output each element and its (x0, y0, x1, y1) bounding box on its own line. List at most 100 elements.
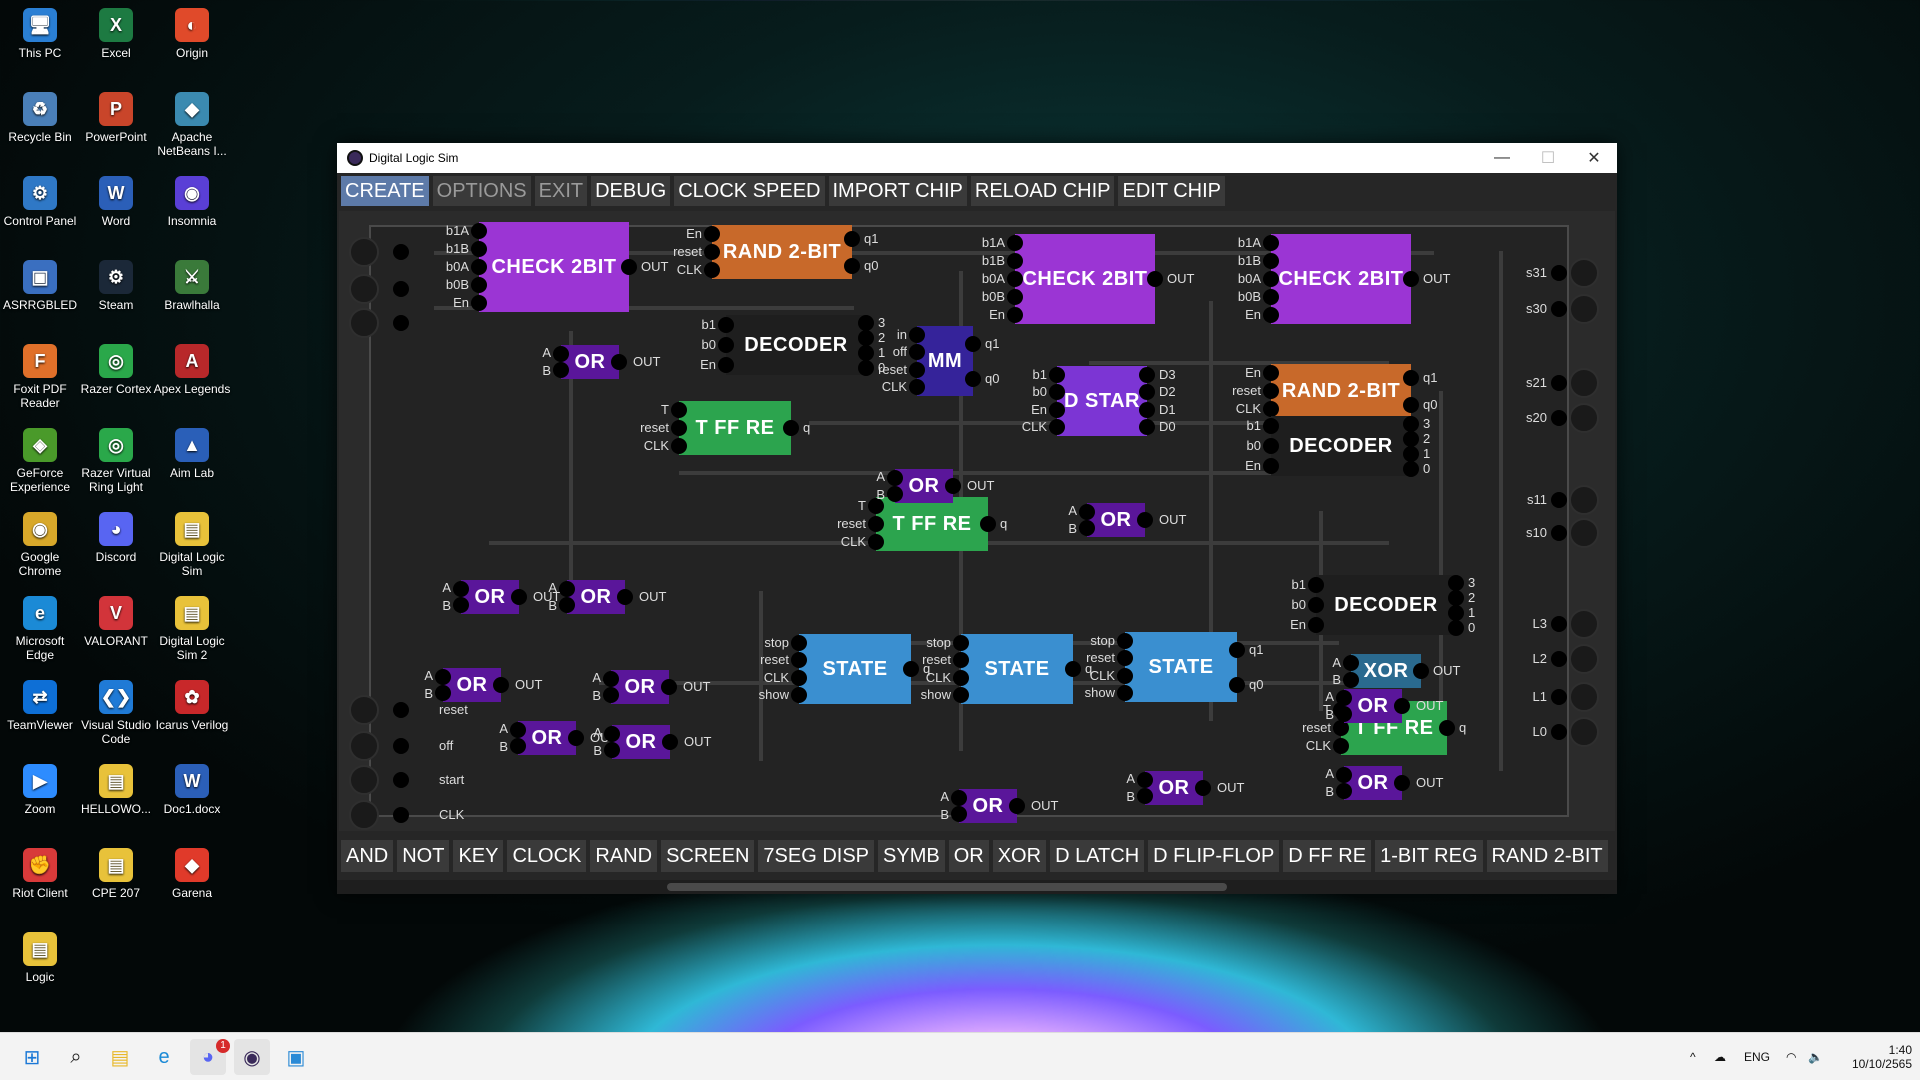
chip-pin[interactable] (1263, 365, 1279, 381)
chip-pin[interactable] (868, 516, 884, 532)
chip-pin[interactable] (1394, 775, 1410, 791)
desktop-icon[interactable]: P PowerPoint (76, 88, 156, 170)
chip-state1[interactable]: STATE (799, 634, 911, 704)
menu-options-button[interactable]: OPTIONS (432, 176, 531, 206)
chip-pin[interactable] (844, 257, 860, 274)
chip-pin[interactable] (1137, 772, 1153, 788)
chip-dec3[interactable]: DECODER (1316, 575, 1456, 635)
desktop-icon[interactable]: X Excel (76, 4, 156, 86)
chip-pin[interactable] (568, 730, 584, 746)
chip-pin[interactable] (1413, 663, 1429, 679)
chip-pin[interactable] (510, 738, 526, 754)
palette-not-button[interactable]: NOT (397, 840, 450, 872)
photos-icon[interactable]: ▣ (278, 1039, 314, 1075)
chip-pin[interactable] (1007, 271, 1023, 287)
chip-dec1[interactable]: DECODER (726, 315, 866, 375)
output-s10[interactable] (1569, 518, 1599, 548)
chip-pin[interactable] (1403, 460, 1419, 477)
chip-pin[interactable] (704, 262, 720, 278)
chip-pin[interactable] (1308, 577, 1324, 593)
chip-pin[interactable] (611, 354, 627, 370)
chip-pin[interactable] (471, 241, 487, 257)
desktop-icon[interactable]: A Apex Legends (152, 340, 232, 422)
chip-pin[interactable] (510, 722, 526, 738)
output-s21[interactable] (1569, 368, 1599, 398)
chip-pin[interactable] (393, 702, 409, 718)
chip-pin[interactable] (604, 726, 620, 742)
input-terminal[interactable] (349, 274, 379, 304)
chip-pin[interactable] (1049, 401, 1065, 418)
palette-symb-button[interactable]: SYMB (878, 840, 945, 872)
chip-pin[interactable] (887, 486, 903, 502)
output-l0[interactable] (1569, 717, 1599, 747)
desktop-icon[interactable]: ⇄ TeamViewer (0, 676, 80, 758)
maximize-button[interactable]: ☐ (1525, 143, 1571, 173)
menu-edit-chip-button[interactable]: EDIT CHIP (1118, 176, 1226, 206)
chip-pin[interactable] (783, 420, 799, 436)
chip-pin[interactable] (1551, 724, 1567, 740)
chip-pin[interactable] (1117, 667, 1133, 684)
chip-pin[interactable] (603, 671, 619, 687)
chip-pin[interactable] (1551, 265, 1567, 281)
chip-pin[interactable] (617, 589, 633, 605)
chip-pin[interactable] (661, 679, 677, 695)
scrollbar-thumb[interactable] (667, 883, 1227, 891)
chip-pin[interactable] (1448, 574, 1464, 591)
chip-pin[interactable] (1336, 690, 1352, 706)
chip-pin[interactable] (965, 370, 981, 387)
chip-pin[interactable] (1551, 492, 1567, 508)
chip-pin[interactable] (844, 230, 860, 247)
chip-pin[interactable] (1263, 438, 1279, 454)
chip-pin[interactable] (671, 420, 687, 436)
desktop-icon[interactable]: ⚙ Steam (76, 256, 156, 338)
desktop-icon[interactable]: W Word (76, 172, 156, 254)
output-s20[interactable] (1569, 403, 1599, 433)
output-s11[interactable] (1569, 485, 1599, 515)
chip-pin[interactable] (1263, 401, 1279, 417)
start-icon[interactable]: ⊞ (14, 1039, 50, 1075)
chip-pin[interactable] (1147, 271, 1163, 287)
chip-pin[interactable] (1336, 767, 1352, 783)
chip-pin[interactable] (553, 362, 569, 378)
chip-pin[interactable] (1551, 525, 1567, 541)
chip-pin[interactable] (1263, 418, 1279, 434)
chip-pin[interactable] (1448, 589, 1464, 606)
tray-chevron-icon[interactable]: ^ (1690, 1033, 1696, 1080)
chip-pin[interactable] (393, 772, 409, 788)
palette-d-latch-button[interactable]: D LATCH (1050, 840, 1145, 872)
palette-1-bit-reg-button[interactable]: 1-BIT REG (1375, 840, 1483, 872)
menu-clock-speed-button[interactable]: CLOCK SPEED (674, 176, 825, 206)
chip-pin[interactable] (1263, 383, 1279, 399)
chip-pin[interactable] (1007, 253, 1023, 269)
input-reset[interactable] (349, 695, 379, 725)
chip-rand2[interactable]: RAND 2-BIT (1271, 364, 1411, 418)
chip-pin[interactable] (1551, 410, 1567, 426)
chip-pin[interactable] (471, 223, 487, 239)
chip-state3[interactable]: STATE (1125, 632, 1237, 702)
chip-pin[interactable] (1343, 654, 1359, 671)
chip-pin[interactable] (887, 470, 903, 486)
chip-pin[interactable] (435, 669, 451, 685)
chip-pin[interactable] (393, 281, 409, 297)
chip-pin[interactable] (980, 516, 996, 532)
output-s30[interactable] (1569, 294, 1599, 324)
search-icon[interactable]: ⌕ (58, 1039, 94, 1075)
desktop-icon[interactable]: e Microsoft Edge (0, 592, 80, 674)
chip-pin[interactable] (621, 259, 637, 275)
chip-pin[interactable] (791, 634, 807, 651)
chip-pin[interactable] (604, 742, 620, 758)
desktop-icon[interactable]: ◆ Garena (152, 844, 232, 926)
chip-pin[interactable] (471, 295, 487, 311)
desktop-icon[interactable]: ▣ ASRRGBLED (0, 256, 80, 338)
chip-pin[interactable] (1139, 366, 1155, 383)
desktop-icon[interactable]: ◉ Google Chrome (0, 508, 80, 590)
chip-pin[interactable] (1551, 689, 1567, 705)
output-l3[interactable] (1569, 609, 1599, 639)
chip-pin[interactable] (1551, 301, 1567, 317)
chip-pin[interactable] (704, 226, 720, 242)
chip-pin[interactable] (393, 738, 409, 754)
chip-pin[interactable] (1403, 415, 1419, 432)
chip-state2[interactable]: STATE (961, 634, 1073, 704)
desktop-icon[interactable]: ◆ Apache NetBeans I... (152, 88, 232, 170)
chip-check1[interactable]: CHECK 2BIT (479, 222, 629, 312)
